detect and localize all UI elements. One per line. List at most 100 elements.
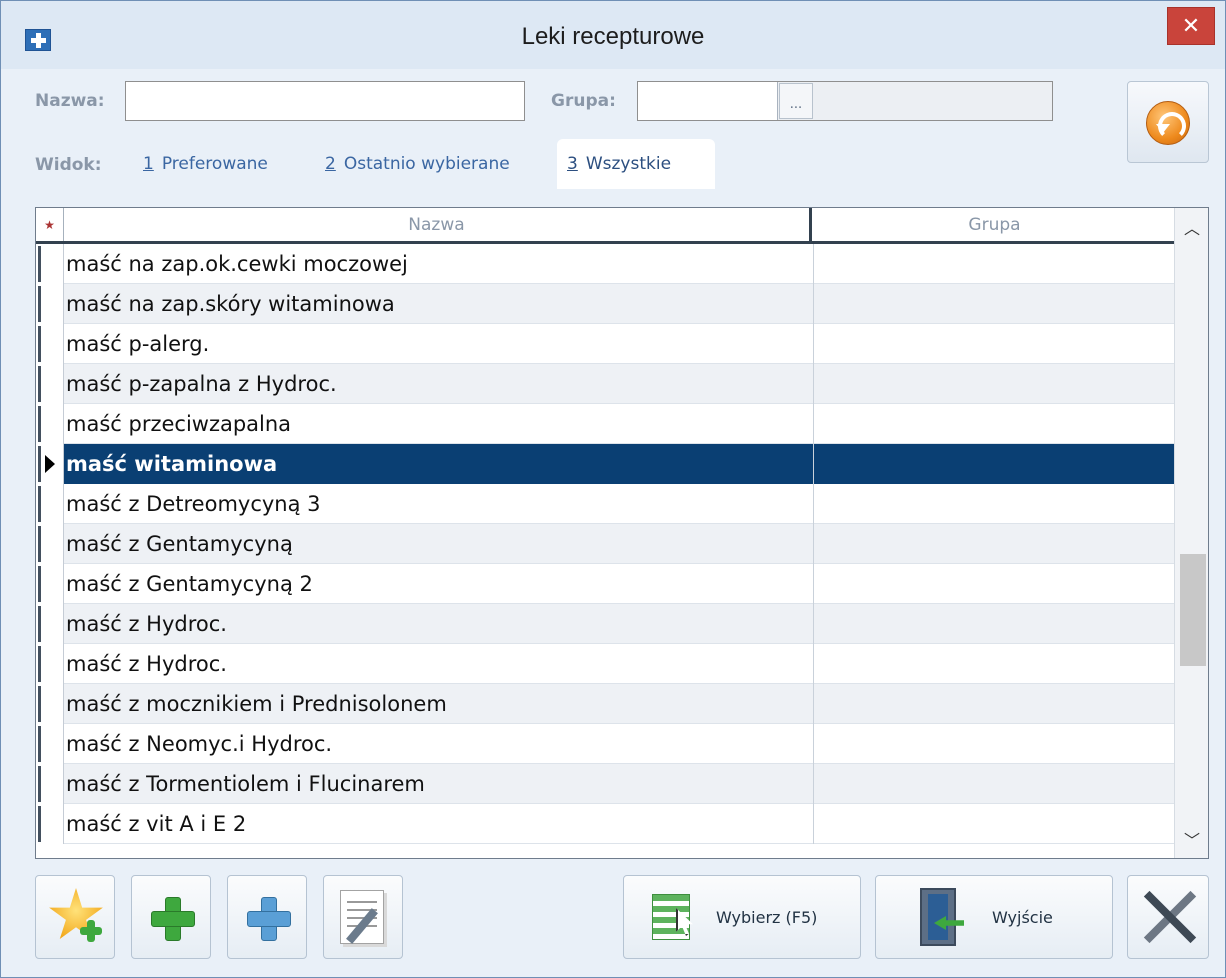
edit-button[interactable] (323, 875, 403, 959)
tab-wszystkie[interactable]: 3 Wszystkie (557, 139, 715, 189)
table-row[interactable]: maść p-zapalna z Hydroc. (36, 364, 1174, 404)
tools-icon (1140, 888, 1198, 946)
cell-name[interactable]: maść przeciwzapalna (64, 404, 814, 444)
table-row[interactable]: maść z Gentamycyną 2 (36, 564, 1174, 604)
add-to-favorites-button[interactable] (35, 875, 115, 959)
cell-name[interactable]: maść z Tormentiolem i Flucinarem (64, 764, 814, 804)
exit-button-label: Wyjście (992, 908, 1053, 927)
table-row[interactable]: maść z Detreomycyną 3 (36, 484, 1174, 524)
settings-button[interactable] (1127, 875, 1209, 959)
cell-group[interactable] (814, 484, 1174, 524)
cell-name[interactable]: maść p-zapalna z Hydroc. (64, 364, 814, 404)
door-icon (920, 888, 956, 946)
cell-group[interactable] (814, 564, 1174, 604)
row-indicator[interactable] (36, 444, 64, 484)
tab-key: 1 (143, 154, 154, 174)
scroll-up-icon[interactable]: ︿ (1175, 210, 1209, 244)
row-indicator[interactable] (36, 724, 64, 764)
row-indicator[interactable] (36, 284, 64, 324)
cell-name[interactable]: maść p-alerg. (64, 324, 814, 364)
select-button[interactable]: Wybierz (F5) (623, 875, 861, 959)
scroll-down-icon[interactable]: ﹀ (1175, 822, 1209, 856)
cell-name[interactable]: maść z vit A i E 2 (64, 804, 814, 844)
window-title: Leki recepturowe (521, 23, 705, 50)
table-row[interactable]: maść na zap.ok.cewki moczowej (36, 244, 1174, 284)
scroll-thumb[interactable] (1180, 554, 1206, 666)
row-indicator[interactable] (36, 764, 64, 804)
cell-group[interactable] (814, 804, 1174, 844)
table-row[interactable]: maść z Tormentiolem i Flucinarem (36, 764, 1174, 804)
row-indicator[interactable] (36, 484, 64, 524)
table-row[interactable]: maść przeciwzapalna (36, 404, 1174, 444)
table-row[interactable]: maść witaminowa (36, 444, 1174, 484)
table-row[interactable]: maść p-alerg. (36, 324, 1174, 364)
row-indicator[interactable] (36, 604, 64, 644)
cell-group[interactable] (814, 644, 1174, 684)
cell-name[interactable]: maść z Hydroc. (64, 644, 814, 684)
row-indicator[interactable] (36, 404, 64, 444)
cell-group[interactable] (814, 364, 1174, 404)
tab-label: Ostatnio wybierane (343, 154, 510, 174)
row-indicator[interactable] (36, 644, 64, 684)
cell-name[interactable]: maść na zap.ok.cewki moczowej (64, 244, 814, 284)
table-row[interactable]: maść z Hydroc. (36, 604, 1174, 644)
tab-ostatnio-wybierane[interactable]: 2 Ostatnio wybierane (315, 139, 520, 189)
row-indicator[interactable] (36, 804, 64, 844)
cell-group[interactable] (814, 244, 1174, 284)
cell-group[interactable] (814, 284, 1174, 324)
blue-plus-icon (247, 897, 291, 941)
table-row[interactable]: maść z Neomyc.i Hydroc. (36, 724, 1174, 764)
cell-name[interactable]: maść z Gentamycyną 2 (64, 564, 814, 604)
group-input[interactable] (638, 82, 778, 120)
cell-group[interactable] (814, 404, 1174, 444)
name-label: Nazwa: (35, 91, 105, 111)
exit-button[interactable]: Wyjście (875, 875, 1113, 959)
table-row[interactable]: maść z Gentamycyną (36, 524, 1174, 564)
tab-preferowane[interactable]: 1 Preferowane (133, 139, 278, 189)
tab-key: 2 (325, 154, 336, 174)
close-button[interactable]: ✕ (1167, 7, 1215, 45)
view-label: Widok: (35, 155, 102, 175)
table-row[interactable]: maść z mocznikiem i Prednisolonem (36, 684, 1174, 724)
row-indicator[interactable] (36, 524, 64, 564)
cell-group[interactable] (814, 444, 1174, 484)
grid-rows: maść na zap.ok.cewki moczowej maść na zap… (36, 244, 1174, 844)
row-indicator[interactable] (36, 324, 64, 364)
row-indicator[interactable] (36, 244, 64, 284)
cell-group[interactable] (814, 764, 1174, 804)
cell-name[interactable]: maść z Detreomycyną 3 (64, 484, 814, 524)
cell-name[interactable]: maść z Neomyc.i Hydroc. (64, 724, 814, 764)
green-plus-icon (151, 897, 195, 941)
table-row[interactable]: maść na zap.skóry witaminowa (36, 284, 1174, 324)
cell-group[interactable] (814, 324, 1174, 364)
cell-group[interactable] (814, 724, 1174, 764)
table-row[interactable]: maść z Hydroc. (36, 644, 1174, 684)
group-field[interactable]: ... (637, 81, 1053, 121)
row-indicator[interactable] (36, 684, 64, 724)
refresh-button[interactable] (1127, 81, 1209, 163)
tab-label: Preferowane (161, 154, 268, 174)
add-copy-button[interactable] (227, 875, 307, 959)
favorite-column-icon[interactable]: ★ (36, 208, 64, 241)
document-icon (340, 890, 384, 944)
cell-group[interactable] (814, 684, 1174, 724)
tab-label: Wszystkie (585, 154, 672, 174)
column-header-name[interactable]: Nazwa (64, 208, 812, 241)
column-header-group[interactable]: Grupa (815, 208, 1174, 241)
vertical-scrollbar[interactable]: ︿ ﹀ (1174, 208, 1208, 858)
add-button[interactable] (131, 875, 211, 959)
cell-name[interactable]: maść z Gentamycyną (64, 524, 814, 564)
cell-group[interactable] (814, 604, 1174, 644)
cell-name[interactable]: maść z mocznikiem i Prednisolonem (64, 684, 814, 724)
cell-name[interactable]: maść z Hydroc. (64, 604, 814, 644)
dialog-window: Leki recepturowe ✕ Nazwa: Grupa: ... Wid… (0, 0, 1226, 978)
row-indicator[interactable] (36, 564, 64, 604)
plus-icon (80, 920, 102, 942)
group-browse-button[interactable]: ... (779, 83, 813, 119)
cell-group[interactable] (814, 524, 1174, 564)
name-input[interactable] (125, 81, 525, 121)
row-indicator[interactable] (36, 364, 64, 404)
cell-name[interactable]: maść witaminowa (64, 444, 814, 484)
cell-name[interactable]: maść na zap.skóry witaminowa (64, 284, 814, 324)
table-row[interactable]: maść z vit A i E 2 (36, 804, 1174, 844)
